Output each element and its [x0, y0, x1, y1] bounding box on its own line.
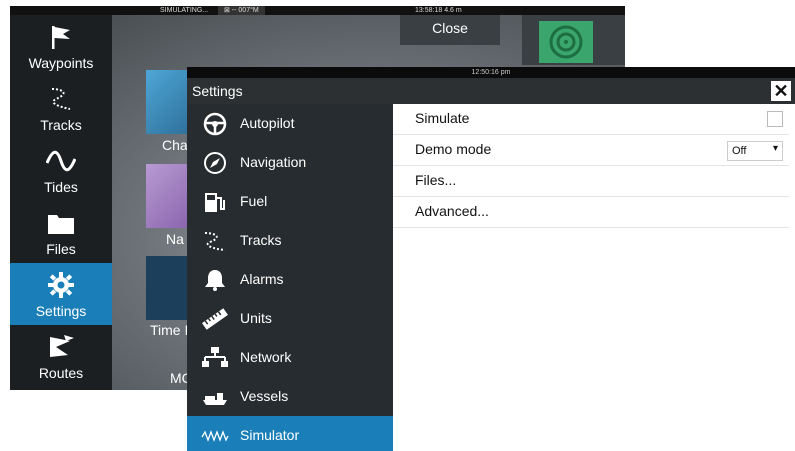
menu-item-label: Vessels: [240, 388, 289, 404]
simulate-checkbox[interactable]: [767, 111, 783, 127]
sidebar-item-routes[interactable]: Routes: [10, 325, 112, 387]
ruler-icon: [202, 308, 228, 330]
simulator-wave-icon: [201, 430, 229, 442]
status-time-depth: 13:58:18 4.6 m: [415, 7, 462, 14]
navigation-app-label: Na: [166, 231, 184, 247]
menu-item-autopilot[interactable]: Autopilot: [187, 104, 393, 143]
advanced-row[interactable]: Advanced...: [393, 197, 789, 228]
menu-item-network[interactable]: Network: [187, 338, 393, 377]
wave-icon: [46, 150, 76, 172]
sidebar-item-label: Files: [46, 241, 76, 257]
demo-mode-label: Demo mode: [415, 141, 492, 157]
track-icon: [204, 232, 226, 251]
sidebar-item-label: Tracks: [40, 117, 82, 133]
gear-icon: [48, 272, 74, 298]
sidebar-item-label: Tides: [44, 179, 78, 195]
close-icon[interactable]: ✕: [771, 81, 791, 101]
menu-item-label: Navigation: [240, 154, 307, 170]
steering-wheel-icon: [203, 112, 227, 136]
time-plot-app-tile[interactable]: [146, 256, 192, 320]
folder-icon: [48, 215, 74, 234]
simulate-row[interactable]: Simulate: [393, 104, 789, 135]
settings-title-bar: Settings ✕: [187, 78, 795, 104]
chart-app-label: Cha: [162, 137, 188, 153]
radar-tile[interactable]: [522, 15, 625, 65]
advanced-label: Advanced...: [415, 203, 489, 219]
menu-item-navigation[interactable]: Navigation: [187, 143, 393, 182]
menu-item-simulator[interactable]: Simulator: [187, 416, 393, 451]
sidebar-item-label: Routes: [38, 365, 84, 381]
simulate-label: Simulate: [415, 110, 470, 126]
settings-menu: Autopilot Navigation Fuel Tracks Alarms …: [187, 104, 393, 451]
demo-mode-select[interactable]: Off ▾: [727, 141, 783, 161]
sidebar-item-settings[interactable]: Settings: [10, 263, 112, 325]
fuel-pump-icon: [205, 193, 225, 212]
simulator-settings-panel: Simulate Demo mode Off ▾ Files... Advanc…: [393, 104, 795, 451]
chart-app-tile[interactable]: [146, 70, 192, 134]
menu-item-units[interactable]: Units: [187, 299, 393, 338]
settings-dialog: 12:50:16 pm Settings ✕ Autopilot Navigat…: [187, 67, 795, 451]
status-bar: SIMULATING... ⊠ -- 007°M 13:58:18 4.6 m: [10, 6, 625, 15]
home-sidebar: Waypoints Tracks Tides Files Settings Ro…: [10, 15, 112, 390]
vessel-icon: [203, 393, 227, 405]
settings-status-time: 12:50:16 pm: [187, 67, 795, 78]
menu-item-label: Network: [240, 349, 292, 365]
menu-item-alarms[interactable]: Alarms: [187, 260, 393, 299]
sidebar-item-label: Waypoints: [28, 55, 94, 71]
compass-icon: [204, 152, 226, 174]
close-button[interactable]: Close: [400, 15, 500, 45]
chevron-down-icon: ▾: [772, 143, 778, 154]
sidebar-item-files[interactable]: Files: [10, 201, 112, 263]
menu-item-label: Simulator: [240, 427, 300, 443]
menu-item-vessels[interactable]: Vessels: [187, 377, 393, 416]
sidebar-item-tides[interactable]: Tides: [10, 139, 112, 201]
bell-icon: [205, 270, 225, 291]
network-icon: [202, 347, 228, 367]
track-icon: [51, 88, 71, 110]
route-flags-icon: [50, 335, 74, 357]
menu-item-label: Tracks: [240, 232, 282, 248]
navigation-app-tile[interactable]: [146, 164, 192, 228]
settings-title: Settings: [192, 83, 243, 99]
demo-mode-value: Off: [732, 145, 747, 157]
radar-icon: [539, 21, 593, 63]
sidebar-item-tracks[interactable]: Tracks: [10, 77, 112, 139]
menu-item-label: Fuel: [240, 193, 268, 209]
time-plot-app-label: Time I: [150, 322, 189, 338]
flag-icon: [52, 26, 70, 49]
menu-item-tracks[interactable]: Tracks: [187, 221, 393, 260]
files-label: Files...: [415, 172, 457, 188]
menu-item-label: Alarms: [240, 271, 284, 287]
status-heading: ⊠ -- 007°M: [218, 6, 265, 15]
status-simulating: SIMULATING...: [160, 7, 209, 14]
menu-item-label: Autopilot: [240, 115, 295, 131]
sidebar-item-waypoints[interactable]: Waypoints: [10, 15, 112, 77]
files-row[interactable]: Files...: [393, 166, 789, 197]
sidebar-item-label: Settings: [35, 303, 87, 319]
menu-item-fuel[interactable]: Fuel: [187, 182, 393, 221]
menu-item-label: Units: [240, 310, 272, 326]
demo-mode-row[interactable]: Demo mode Off ▾: [393, 135, 789, 166]
